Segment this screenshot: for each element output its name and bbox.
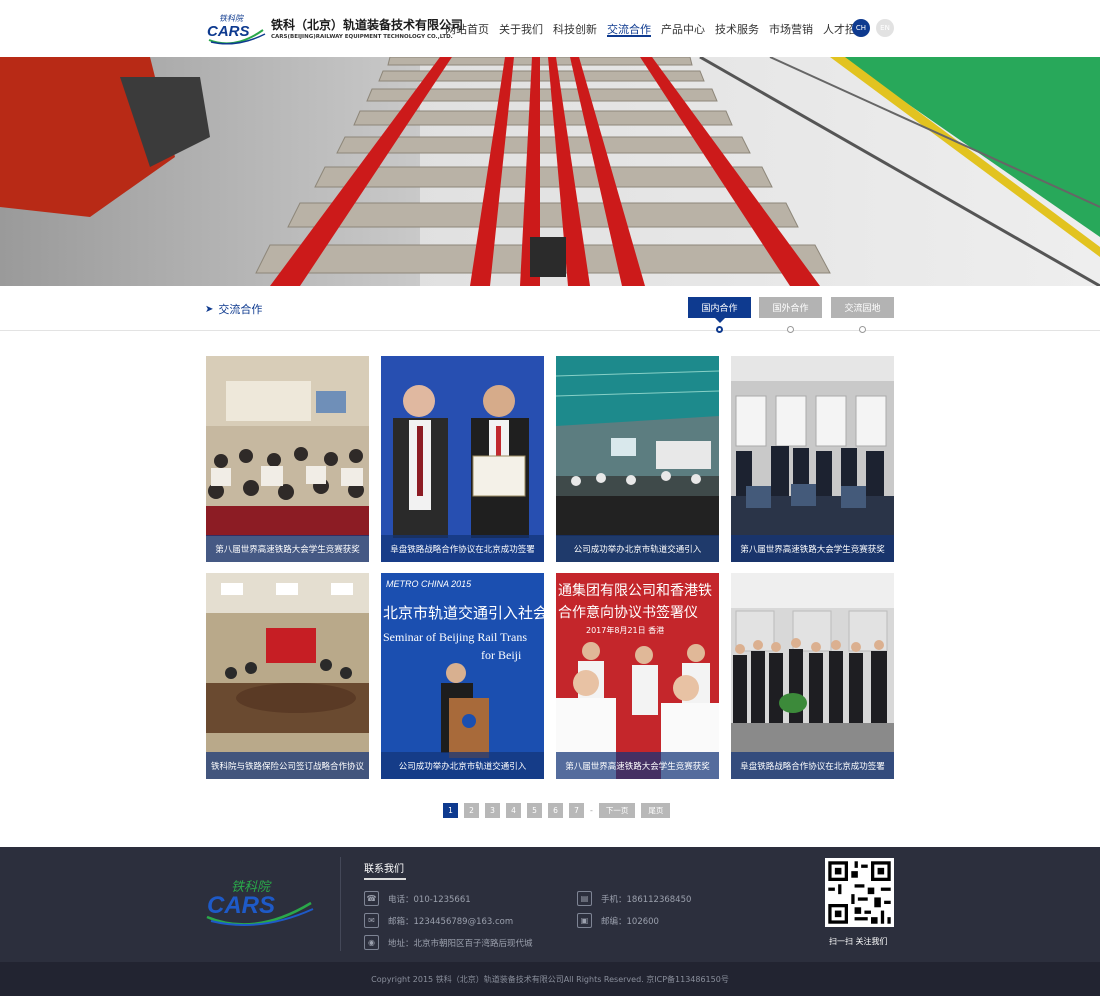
tab-indicator-dot <box>716 326 723 333</box>
news-card[interactable]: METRO CHINA 2015 北京市轨道交通引入社会资 Seminar of… <box>381 573 544 779</box>
contact-phone: ☎ 电话：010-1235661 <box>364 891 471 906</box>
contact-postcode-text: 邮编：102600 <box>601 916 659 927</box>
news-card-caption: 公司成功举办北京市轨道交通引入 <box>381 752 544 779</box>
svg-text:2017年8月21日 香港: 2017年8月21日 香港 <box>586 625 664 635</box>
pagination-ellipsis: - <box>590 806 593 815</box>
hero-banner <box>0 57 1100 286</box>
conference-photo <box>206 356 369 562</box>
contact-postcode: ▣ 邮编：102600 <box>577 913 659 928</box>
contact-mobile: ▤ 手机：18611236845​0 <box>577 891 691 906</box>
svg-text:for Beiji: for Beiji <box>481 648 522 662</box>
chevron-right-icon: ➤ <box>205 303 214 315</box>
news-card[interactable]: 阜盘铁路战略合作协议在北京成功签署 <box>381 356 544 562</box>
page-button-1[interactable]: 1 <box>443 803 458 818</box>
nav-home[interactable]: 网站首页 <box>440 0 494 57</box>
signing-room-photo <box>206 573 369 779</box>
qr-code <box>825 858 894 927</box>
news-card[interactable]: 铁科院与铁路保险公司签订战略合作协议 <box>206 573 369 779</box>
seminar-podium-photo: METRO CHINA 2015 北京市轨道交通引入社会资 Seminar of… <box>381 573 544 779</box>
svg-text:合作意向协议书签署仪: 合作意向协议书签署仪 <box>558 604 698 621</box>
svg-text:铁科院: 铁科院 <box>231 879 272 895</box>
lang-en-button[interactable]: EN <box>876 19 894 37</box>
news-card-caption: 阜盘铁路战略合作协议在北京成功签署 <box>381 535 544 562</box>
mail-icon: ✉ <box>364 913 379 928</box>
postcode-icon: ▣ <box>577 913 592 928</box>
svg-text:Seminar of Beijing Rail Trans: Seminar of Beijing Rail Trans <box>383 630 527 644</box>
nav-tech-service[interactable]: 技术服务 <box>710 0 764 57</box>
nav-innovation[interactable]: 科技创新 <box>548 0 602 57</box>
mobile-icon: ▤ <box>577 891 592 906</box>
nav-marketing[interactable]: 市场营销 <box>764 0 818 57</box>
tab-exchange[interactable]: 交流园地 <box>831 297 894 318</box>
main-nav: 网站首页 关于我们 科技创新 交流合作 产品中心 技术服务 市场营销 人才招聘 <box>440 0 872 57</box>
tab-domestic[interactable]: 国内合作 <box>688 297 751 323</box>
contact-address: ◉ 地址：北京市朝阳区百子湾路后现代城 <box>364 935 533 950</box>
company-name-en: CARS(BEIJING)RAILWAY EQUIPMENT TECHNOLOG… <box>271 34 453 40</box>
svg-text:CARS: CARS <box>207 23 250 40</box>
section-bar: ➤ 交流合作 国内合作 国外合作 交流园地 <box>0 286 1100 331</box>
section-title: ➤ 交流合作 <box>205 301 262 317</box>
svg-text:METRO CHINA 2015: METRO CHINA 2015 <box>386 579 472 589</box>
svg-text:铁科院: 铁科院 <box>219 14 245 23</box>
news-card[interactable]: 公司成功举办北京市轨道交通引入 <box>556 356 719 562</box>
site-header: CARS 铁科院 铁科（北京）轨道装备技术有限公司 CARS(BEIJING)R… <box>0 0 1100 57</box>
news-card-caption: 第八届世界高速铁路大会学生竞赛获奖 <box>731 535 894 562</box>
contact-title: 联系我们 <box>364 864 404 875</box>
location-pin-icon: ◉ <box>364 935 379 950</box>
svg-text:北京市轨道交通引入社会资: 北京市轨道交通引入社会资 <box>383 604 544 622</box>
news-card[interactable]: 阜盘铁路战略合作协议在北京成功签署 <box>731 573 894 779</box>
phone-icon: ☎ <box>364 891 379 906</box>
news-card-caption: 铁科院与铁路保险公司签订战略合作协议 <box>206 752 369 779</box>
control-room-photo <box>731 356 894 562</box>
tab-international[interactable]: 国外合作 <box>759 297 822 318</box>
contact-address-text: 地址：北京市朝阳区百子湾路后现代城 <box>388 938 533 949</box>
contact-mobile-text: 手机：18611236845​0 <box>601 894 692 905</box>
news-card[interactable]: 第八届世界高速铁路大会学生竞赛获奖 <box>731 356 894 562</box>
page-button-3[interactable]: 3 <box>485 803 500 818</box>
company-logo[interactable]: CARS 铁科院 铁科（北京）轨道装备技术有限公司 CARS(BEIJING)R… <box>205 12 463 46</box>
page-button-4[interactable]: 4 <box>506 803 521 818</box>
page-button-7[interactable]: 7 <box>569 803 584 818</box>
qr-caption: 扫一扫 关注我们 <box>829 937 888 946</box>
news-card-caption: 公司成功举办北京市轨道交通引入 <box>556 535 719 562</box>
copyright-bar: Copyright 2015 铁科（北京）轨道装备技术有限公司All Right… <box>0 962 1100 996</box>
contact-title-underline <box>364 878 406 880</box>
agreement-signing-photo: 通集团有限公司和香港铁 合作意向协议书签署仪 2017年8月21日 香港 <box>556 573 719 779</box>
next-page-button[interactable]: 下一页 <box>598 803 636 818</box>
nav-cooperation[interactable]: 交流合作 <box>602 0 656 57</box>
nav-products[interactable]: 产品中心 <box>656 0 710 57</box>
page-button-2[interactable]: 2 <box>464 803 479 818</box>
contact-phone-text: 电话：010-1235661 <box>388 894 471 905</box>
pagination: 1 2 3 4 5 6 7 - 下一页 尾页 <box>443 803 671 818</box>
tab-indicator-dot <box>787 326 794 333</box>
lang-ch-button[interactable]: CH <box>852 19 870 37</box>
contact-email: ✉ 邮箱：1234456789@163.com <box>364 913 513 928</box>
svg-text:CARS: CARS <box>207 892 275 919</box>
cars-logo-icon: CARS 铁科院 <box>207 14 266 45</box>
page-button-6[interactable]: 6 <box>548 803 563 818</box>
page-button-5[interactable]: 5 <box>527 803 542 818</box>
certificate-photo <box>381 356 544 562</box>
svg-text:通集团有限公司和香港铁: 通集团有限公司和香港铁 <box>558 582 712 599</box>
section-title-text: 交流合作 <box>218 303 263 316</box>
footer-cars-logo-icon: CARS 铁科院 <box>206 879 314 926</box>
news-card-caption: 阜盘铁路战略合作协议在北京成功签署 <box>731 752 894 779</box>
contact-email-text: 邮箱：1234456789@163.com <box>388 916 514 927</box>
news-card-caption: 第八届世界高速铁路大会学生竞赛获奖 <box>556 752 719 779</box>
last-page-button[interactable]: 尾页 <box>641 803 671 818</box>
company-name-cn: 铁科（北京）轨道装备技术有限公司 <box>271 18 464 32</box>
tab-indicator-dot <box>859 326 866 333</box>
footer-divider <box>340 857 341 951</box>
news-card[interactable]: 通集团有限公司和香港铁 合作意向协议书签署仪 2017年8月21日 香港 第八届… <box>556 573 719 779</box>
news-card[interactable]: 第八届世界高速铁路大会学生竞赛获奖 <box>206 356 369 562</box>
meeting-room-photo <box>556 356 719 562</box>
site-footer: CARS 铁科院 联系我们 ☎ 电话：010-1235661 ✉ 邮箱：1234… <box>0 847 1100 962</box>
nav-about[interactable]: 关于我们 <box>494 0 548 57</box>
news-card-caption: 第八届世界高速铁路大会学生竞赛获奖 <box>206 535 369 562</box>
copyright-text: Copyright 2015 铁科（北京）轨道装备技术有限公司All Right… <box>371 974 729 984</box>
railway-track-image <box>0 57 1100 286</box>
officials-group-photo <box>731 573 894 779</box>
